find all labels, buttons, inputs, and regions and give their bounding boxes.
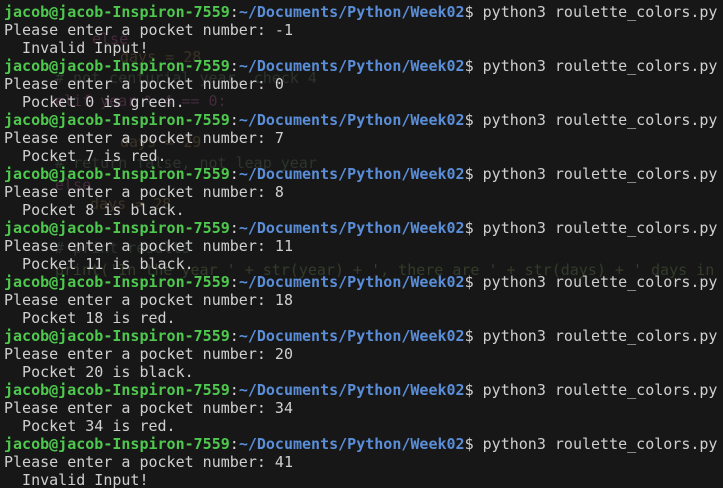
- prompt-separator: :: [229, 273, 239, 291]
- output-line: Please enter a pocket number: 0: [4, 75, 284, 93]
- prompt-dollar: $: [464, 3, 483, 21]
- prompt-separator: :: [229, 435, 239, 453]
- prompt-user: jacob@jacob-Inspiron-7559: [4, 111, 230, 129]
- prompt-separator: :: [229, 381, 239, 399]
- prompt-line: jacob@jacob-Inspiron-7559:~/Documents/Py…: [4, 219, 717, 237]
- output-line: Please enter a pocket number: 11: [4, 237, 293, 255]
- output-line: Please enter a pocket number: 34: [4, 399, 293, 417]
- prompt-line: jacob@jacob-Inspiron-7559:~/Documents/Py…: [4, 111, 717, 129]
- prompt-dollar: $: [464, 381, 483, 399]
- prompt-path: ~/Documents/Python/Week02: [238, 273, 465, 291]
- output-line: Pocket 34 is red.: [4, 417, 176, 435]
- prompt-dollar: $: [464, 111, 483, 129]
- prompt-dollar: $: [464, 57, 483, 75]
- prompt-separator: :: [229, 165, 239, 183]
- prompt-separator: :: [229, 3, 239, 21]
- terminal-window[interactable]: else days = 28 # not centurial year, che…: [0, 0, 723, 488]
- prompt-user: jacob@jacob-Inspiron-7559: [4, 219, 230, 237]
- output-line: Pocket 0 is green.: [4, 93, 185, 111]
- prompt-path: ~/Documents/Python/Week02: [238, 111, 465, 129]
- prompt-path: ~/Documents/Python/Week02: [238, 435, 465, 453]
- command-text: python3 roulette_colors.py: [482, 435, 718, 453]
- prompt-user: jacob@jacob-Inspiron-7559: [4, 3, 230, 21]
- prompt-dollar: $: [464, 219, 483, 237]
- output-line: Invalid Input!: [4, 39, 149, 57]
- prompt-path: ~/Documents/Python/Week02: [238, 381, 465, 399]
- prompt-separator: :: [229, 111, 239, 129]
- output-line: Please enter a pocket number: 8: [4, 183, 284, 201]
- prompt-path: ~/Documents/Python/Week02: [238, 219, 465, 237]
- prompt-user: jacob@jacob-Inspiron-7559: [4, 327, 230, 345]
- command-text: python3 roulette_colors.py: [482, 3, 718, 21]
- prompt-dollar: $: [464, 327, 483, 345]
- prompt-line: jacob@jacob-Inspiron-7559:~/Documents/Py…: [4, 381, 717, 399]
- output-line: Pocket 18 is red.: [4, 309, 176, 327]
- output-line: Please enter a pocket number: 18: [4, 291, 293, 309]
- command-text: python3 roulette_colors.py: [482, 219, 718, 237]
- command-text: python3 roulette_colors.py: [482, 165, 718, 183]
- prompt-separator: :: [229, 57, 239, 75]
- output-line: Pocket 8 is black.: [4, 201, 185, 219]
- prompt-line: jacob@jacob-Inspiron-7559:~/Documents/Py…: [4, 327, 717, 345]
- prompt-user: jacob@jacob-Inspiron-7559: [4, 57, 230, 75]
- output-line: Please enter a pocket number: 20: [4, 345, 293, 363]
- command-text: python3 roulette_colors.py: [482, 327, 718, 345]
- output-line: Pocket 11 is black.: [4, 255, 194, 273]
- output-line: Please enter a pocket number: -1: [4, 21, 293, 39]
- command-text: python3 roulette_colors.py: [482, 57, 718, 75]
- output-line: Invalid Input!: [4, 471, 149, 488]
- prompt-user: jacob@jacob-Inspiron-7559: [4, 381, 230, 399]
- prompt-dollar: $: [464, 165, 483, 183]
- command-text: python3 roulette_colors.py: [482, 381, 718, 399]
- output-line: Pocket 20 is black.: [4, 363, 194, 381]
- prompt-path: ~/Documents/Python/Week02: [238, 165, 465, 183]
- prompt-line: jacob@jacob-Inspiron-7559:~/Documents/Py…: [4, 273, 717, 291]
- prompt-user: jacob@jacob-Inspiron-7559: [4, 273, 230, 291]
- prompt-dollar: $: [464, 273, 483, 291]
- prompt-path: ~/Documents/Python/Week02: [238, 327, 465, 345]
- prompt-line: jacob@jacob-Inspiron-7559:~/Documents/Py…: [4, 435, 717, 453]
- terminal-output[interactable]: jacob@jacob-Inspiron-7559:~/Documents/Py…: [4, 3, 717, 488]
- output-line: Pocket 7 is red.: [4, 147, 167, 165]
- prompt-dollar: $: [464, 435, 483, 453]
- prompt-path: ~/Documents/Python/Week02: [238, 57, 465, 75]
- prompt-line: jacob@jacob-Inspiron-7559:~/Documents/Py…: [4, 57, 717, 75]
- output-line: Please enter a pocket number: 7: [4, 129, 284, 147]
- prompt-user: jacob@jacob-Inspiron-7559: [4, 165, 230, 183]
- prompt-line: jacob@jacob-Inspiron-7559:~/Documents/Py…: [4, 165, 717, 183]
- prompt-path: ~/Documents/Python/Week02: [238, 3, 465, 21]
- prompt-user: jacob@jacob-Inspiron-7559: [4, 435, 230, 453]
- command-text: python3 roulette_colors.py: [482, 273, 718, 291]
- prompt-separator: :: [229, 219, 239, 237]
- prompt-separator: :: [229, 327, 239, 345]
- output-line: Please enter a pocket number: 41: [4, 453, 293, 471]
- command-text: python3 roulette_colors.py: [482, 111, 718, 129]
- prompt-line: jacob@jacob-Inspiron-7559:~/Documents/Py…: [4, 3, 717, 21]
